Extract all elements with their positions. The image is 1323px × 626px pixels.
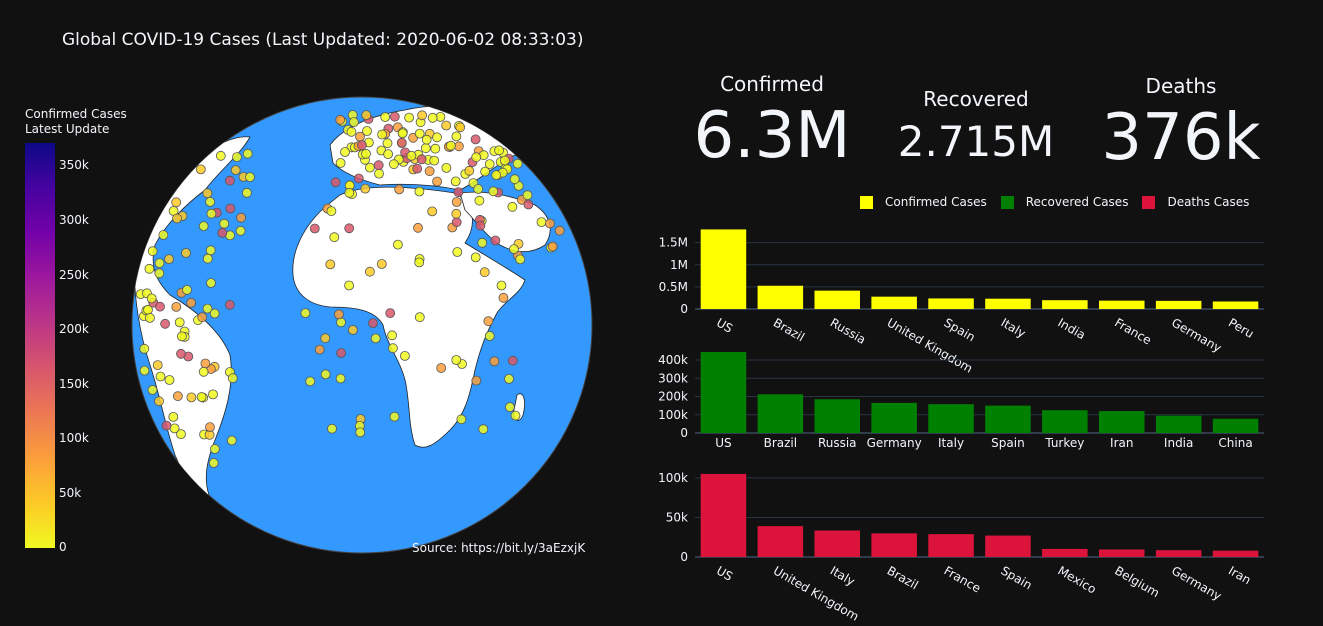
bar bbox=[1098, 411, 1145, 433]
x-tick-label: Russia bbox=[828, 315, 868, 346]
x-tick-label: Mexico bbox=[1055, 563, 1098, 596]
x-tick-label: India bbox=[1055, 315, 1088, 342]
bar bbox=[871, 533, 917, 557]
y-tick-label: 50k bbox=[666, 510, 688, 524]
x-tick-label: Spain bbox=[991, 436, 1025, 450]
y-tick-label: 1M bbox=[670, 258, 688, 272]
bar bbox=[871, 402, 917, 433]
bar bbox=[1155, 415, 1202, 433]
bar bbox=[1098, 300, 1145, 309]
x-tick-label: Italy bbox=[938, 436, 964, 450]
bar bbox=[814, 399, 861, 433]
bar bbox=[1212, 550, 1259, 557]
bar bbox=[700, 352, 747, 433]
bar bbox=[757, 394, 804, 433]
x-tick-label: Spain bbox=[998, 563, 1034, 592]
x-tick-label: Peru bbox=[1226, 315, 1256, 340]
y-tick-label: 100k bbox=[658, 471, 688, 485]
bar bbox=[928, 404, 974, 433]
x-tick-label: Belgium bbox=[1112, 563, 1162, 600]
bar bbox=[871, 296, 917, 309]
x-tick-label: Italy bbox=[828, 563, 858, 588]
bar bbox=[1212, 301, 1259, 309]
x-tick-label: US bbox=[714, 563, 735, 583]
bar bbox=[1042, 300, 1088, 309]
bar bbox=[1042, 548, 1088, 557]
bar bbox=[1155, 300, 1202, 309]
bar bbox=[1155, 550, 1202, 557]
x-tick-label: US bbox=[714, 315, 735, 335]
y-tick-label: 400k bbox=[658, 353, 688, 367]
y-tick-label: 0 bbox=[680, 302, 688, 316]
x-tick-label: Russia bbox=[818, 436, 857, 450]
bar-chart-0: 00.5M1M1.5MUS Brazil Russia United KingdomS… bbox=[659, 229, 1264, 376]
y-tick-label: 0 bbox=[680, 426, 688, 440]
x-tick-label: Iran bbox=[1110, 436, 1133, 450]
x-tick-label: Italy bbox=[998, 315, 1028, 340]
bar bbox=[928, 534, 974, 557]
x-tick-label: Turkey bbox=[1044, 436, 1084, 450]
x-tick-label: US bbox=[715, 436, 731, 450]
x-tick-label: Brazil bbox=[764, 436, 798, 450]
bar-chart-2: 050k100kUS United KingdomItaly Brazil Franc… bbox=[658, 471, 1264, 624]
x-tick-label: France bbox=[942, 563, 984, 595]
y-tick-label: 0.5M bbox=[659, 280, 688, 294]
y-tick-label: 1.5M bbox=[659, 236, 688, 250]
x-tick-label: Germany bbox=[867, 436, 922, 450]
bar bbox=[814, 530, 861, 557]
bar bbox=[985, 535, 1031, 557]
x-tick-label: France bbox=[1112, 315, 1154, 347]
bar bbox=[700, 473, 747, 557]
bar bbox=[814, 290, 861, 309]
bar bbox=[757, 285, 804, 309]
x-tick-label: Iran bbox=[1226, 563, 1253, 587]
bar-charts: 00.5M1M1.5MUS Brazil Russia United KingdomS… bbox=[658, 229, 1264, 624]
y-tick-label: 300k bbox=[658, 371, 688, 385]
bar bbox=[1098, 549, 1145, 557]
bar bbox=[985, 298, 1031, 309]
y-tick-label: 0 bbox=[680, 550, 688, 564]
bar bbox=[1042, 410, 1088, 433]
x-tick-label: Germany bbox=[1169, 563, 1224, 603]
x-tick-label: Brazil bbox=[885, 563, 921, 592]
x-tick-label: Germany bbox=[1169, 315, 1224, 355]
x-tick-label: China bbox=[1218, 436, 1252, 450]
x-tick-label: Spain bbox=[942, 315, 978, 344]
bar bbox=[700, 229, 747, 309]
x-tick-label: India bbox=[1164, 436, 1193, 450]
y-tick-label: 200k bbox=[658, 390, 688, 404]
x-tick-label: Brazil bbox=[771, 315, 807, 344]
bar bbox=[928, 298, 974, 309]
bar bbox=[1212, 418, 1259, 433]
bar bbox=[757, 526, 804, 557]
bar bbox=[985, 405, 1031, 433]
y-tick-label: 100k bbox=[658, 408, 688, 422]
